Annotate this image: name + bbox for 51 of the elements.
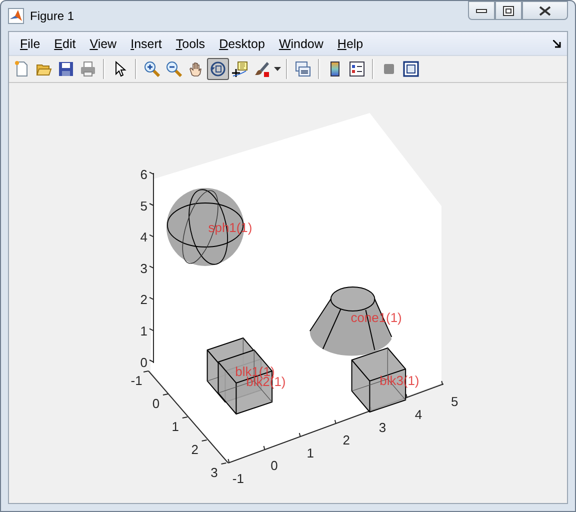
data-cursor-icon <box>232 61 248 77</box>
restore-icon <box>503 6 514 16</box>
menu-item[interactable]: Insert <box>124 34 169 52</box>
close-icon <box>539 6 551 16</box>
tick-label: 4 <box>140 230 148 245</box>
zoom-in-icon <box>144 61 160 77</box>
tick-label: 6 <box>140 166 148 182</box>
tick-label: 5 <box>140 198 148 214</box>
menu-item[interactable]: File <box>13 34 48 52</box>
link-icon <box>295 61 311 77</box>
tick-label: 1 <box>306 445 314 460</box>
close-button[interactable] <box>522 1 568 20</box>
minimize-button[interactable] <box>468 1 495 20</box>
square-icon <box>381 61 397 77</box>
tick-label: 2 <box>140 292 148 308</box>
tick-label: 4 <box>414 406 422 422</box>
dock-arrow-icon[interactable] <box>553 40 561 48</box>
tick-label: -1 <box>232 470 244 486</box>
plot-tools-icon <box>403 61 419 77</box>
tick-label: 0 <box>140 354 148 370</box>
menu-item[interactable]: Edit <box>47 34 83 52</box>
toolbar-button[interactable] <box>400 58 422 80</box>
maximize-button[interactable] <box>495 1 522 20</box>
window-title: Figure 1 <box>30 9 76 23</box>
app-logo-icon <box>8 8 24 24</box>
zoom-out-icon <box>166 61 182 77</box>
menu-item[interactable]: Tools <box>168 34 212 52</box>
menu-item[interactable]: Desktop <box>212 34 272 52</box>
menu-item[interactable]: Help <box>330 34 370 52</box>
tick-label: 3 <box>378 420 386 435</box>
save-icon <box>58 61 74 77</box>
tick-label: 1 <box>140 323 148 338</box>
tick-label: 0 <box>152 396 160 411</box>
rotate-3d-icon <box>210 61 226 77</box>
hand-icon <box>188 61 204 77</box>
tick-label: 3 <box>210 464 218 480</box>
tick-label: 2 <box>191 442 198 457</box>
new-file-icon <box>14 61 30 77</box>
tick-label: 3 <box>140 260 148 276</box>
printer-icon <box>80 61 96 77</box>
menu-item[interactable]: View <box>82 34 124 52</box>
minimize-icon <box>476 8 487 12</box>
tick-label: 5 <box>451 394 458 410</box>
tick-label: 1 <box>172 418 179 434</box>
brush-icon <box>254 61 270 77</box>
tick-label: 0 <box>270 458 278 474</box>
tick-label: -1 <box>130 372 142 388</box>
legend-icon <box>349 61 365 77</box>
menu-item[interactable]: Window <box>272 34 330 52</box>
caret-icon <box>274 67 281 71</box>
tick-label: 2 <box>342 432 350 448</box>
